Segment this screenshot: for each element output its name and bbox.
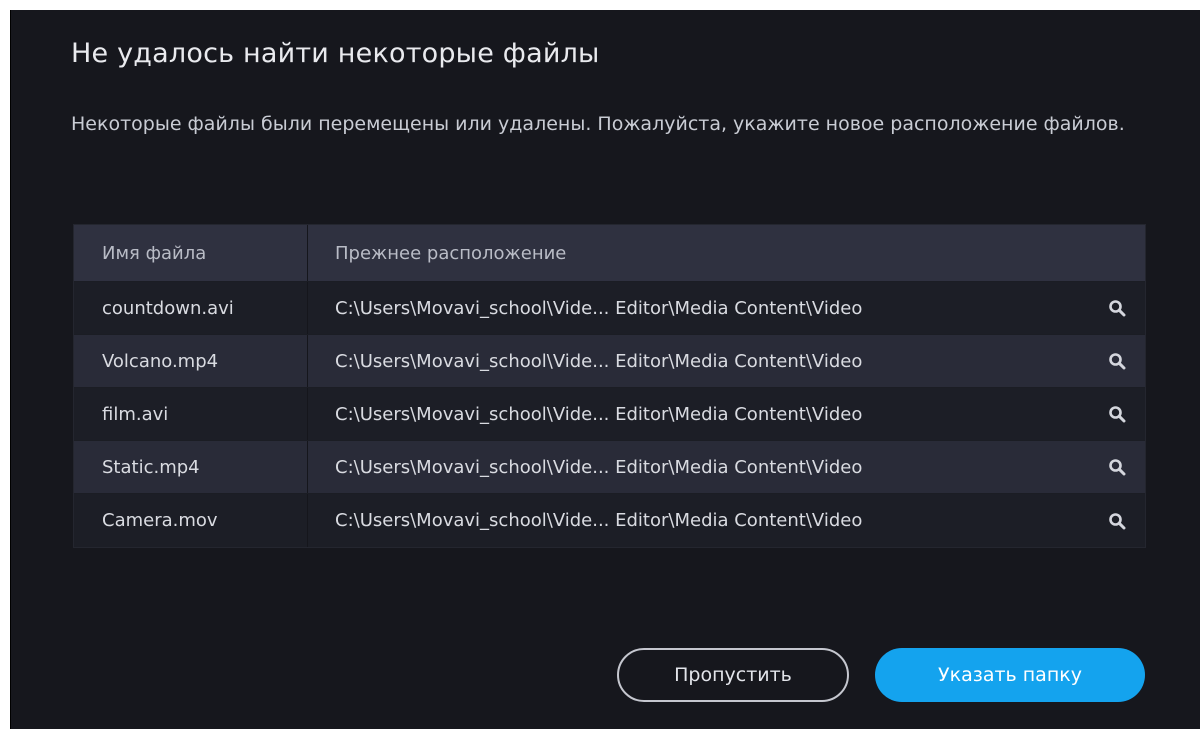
- table-row[interactable]: Camera.mov C:\Users\Movavi_school\Vide..…: [74, 494, 1145, 547]
- skip-button[interactable]: Пропустить: [617, 648, 849, 702]
- file-name-cell: Camera.mov: [74, 494, 308, 547]
- file-name-cell: Static.mp4: [74, 441, 308, 493]
- table-row[interactable]: film.avi C:\Users\Movavi_school\Vide... …: [74, 388, 1145, 441]
- file-path-cell: C:\Users\Movavi_school\Vide... Editor\Me…: [335, 510, 863, 531]
- table-row[interactable]: Volcano.mp4 C:\Users\Movavi_school\Vide.…: [74, 335, 1145, 388]
- search-icon[interactable]: [1104, 295, 1130, 321]
- file-name-cell: film.avi: [74, 388, 308, 440]
- file-name-cell: countdown.avi: [74, 282, 308, 334]
- table-row[interactable]: Static.mp4 C:\Users\Movavi_school\Vide..…: [74, 441, 1145, 494]
- column-header-previous-location: Прежнее расположение: [335, 242, 567, 264]
- search-icon[interactable]: [1104, 508, 1130, 534]
- choose-folder-button[interactable]: Указать папку: [875, 648, 1145, 702]
- file-name-cell: Volcano.mp4: [74, 335, 308, 387]
- file-path-cell: C:\Users\Movavi_school\Vide... Editor\Me…: [335, 297, 863, 319]
- table-row[interactable]: countdown.avi C:\Users\Movavi_school\Vid…: [74, 282, 1145, 335]
- column-header-file-name: Имя файла: [74, 225, 308, 281]
- missing-files-dialog: Не удалось найти некоторые файлы Некотор…: [10, 10, 1200, 729]
- file-path-cell: C:\Users\Movavi_school\Vide... Editor\Me…: [335, 456, 863, 478]
- file-path-cell: C:\Users\Movavi_school\Vide... Editor\Me…: [335, 350, 863, 372]
- file-path-cell: C:\Users\Movavi_school\Vide... Editor\Me…: [335, 403, 863, 425]
- dialog-title: Не удалось найти некоторые файлы: [71, 38, 600, 69]
- search-icon[interactable]: [1104, 401, 1130, 427]
- dialog-message: Некоторые файлы были перемещены или удал…: [71, 113, 1125, 135]
- search-icon[interactable]: [1104, 454, 1130, 480]
- dialog-footer: Пропустить Указать папку: [617, 648, 1145, 702]
- table-header: Имя файла Прежнее расположение: [74, 225, 1145, 282]
- missing-files-table: Имя файла Прежнее расположение countdown…: [73, 224, 1146, 548]
- search-icon[interactable]: [1104, 348, 1130, 374]
